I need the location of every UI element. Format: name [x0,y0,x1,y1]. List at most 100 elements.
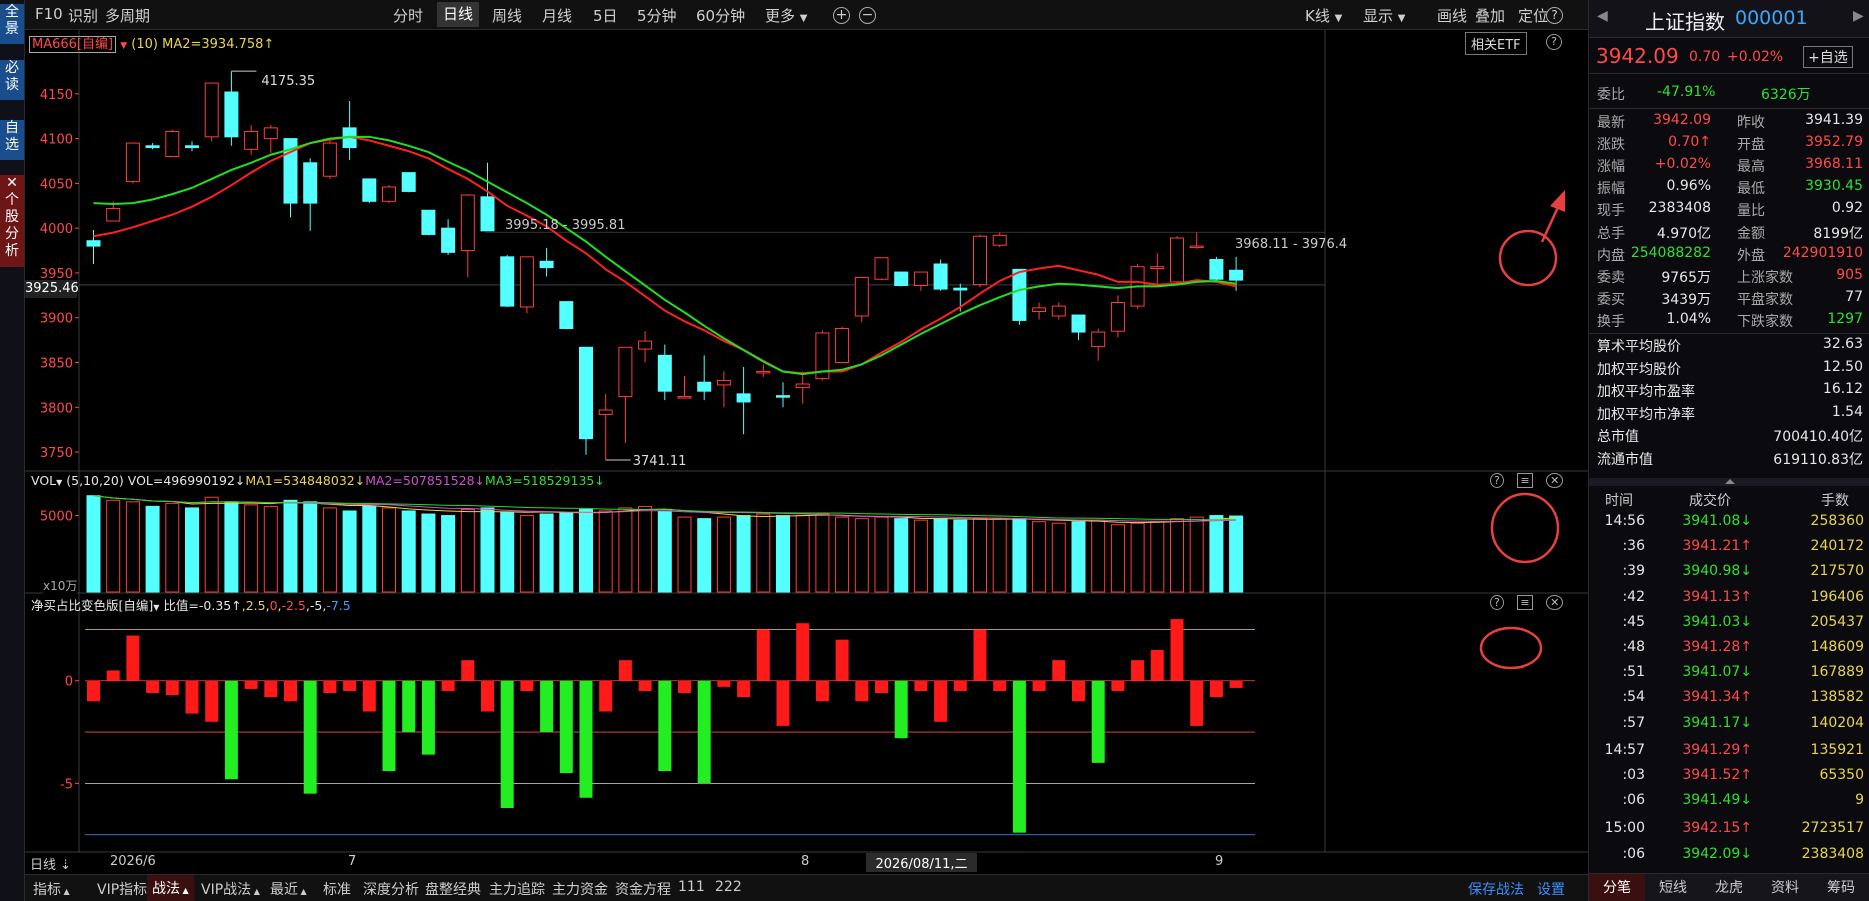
add-watchlist-button[interactable]: +自选 [1803,46,1853,68]
ma-indicator-dropdown[interactable]: MA666[自编] [29,36,117,53]
left-tab-zixuan[interactable]: 自 选 [0,120,24,160]
tab-longhu[interactable]: 龙虎 [1701,874,1757,901]
tick-volume: 138582 [1810,689,1864,706]
tick-time: :06 [1622,845,1645,862]
y-tick-label: 3750 [40,446,73,461]
arrow-down-icon: ⇣ [60,858,72,873]
ratio-bar [717,680,731,687]
collapse-handle[interactable] [1589,478,1869,486]
tick-row: :06 3942.09↓ 2383408 [1589,846,1869,868]
item-fund-equation[interactable]: 资金方程 [615,879,671,899]
volume-bar [263,505,278,593]
zoom-in-icon[interactable]: + [833,7,850,24]
ticks-header: 时间 成交价 手数 [1605,493,1849,509]
quote-row: 现手 2383408 量比 0.92 [1597,200,1863,222]
ratio-bar [185,680,199,714]
tab-short-term[interactable]: 短线 [1645,874,1701,901]
help-icon[interactable]: ? [1490,473,1504,488]
draw-line-button[interactable]: 画线 [1437,5,1467,26]
ma-red-line [93,135,1237,375]
help-icon[interactable]: ? [1546,34,1562,50]
volume-bar [579,508,593,593]
tab-chips[interactable]: 筹码 [1813,874,1869,901]
quote-value: +0.02% [1654,156,1711,173]
settings-icon[interactable]: ≡ [1517,595,1533,610]
display-dropdown[interactable]: 显示 ▼ [1363,5,1406,26]
volume-bar [1091,519,1106,593]
volume-bar [421,513,436,593]
next-arrow-icon[interactable]: ▶ [1853,8,1864,24]
help-icon[interactable]: ? [1490,595,1504,610]
period-tab-60min[interactable]: 60分钟 [696,5,745,26]
tick-row: :03 3941.52↑ 65350 [1589,767,1869,789]
zoom-out-icon[interactable]: − [859,7,876,24]
stat-label: 加权平均市盈率 [1597,384,1695,401]
item-main-tracking[interactable]: 主力追踪 [489,879,545,899]
left-tab-quanjing[interactable]: 全 景 [0,4,24,44]
ratio-indicator-dropdown[interactable]: 净买占比变色版[自编]▼ [31,598,159,613]
save-strategy-button[interactable]: 保存战法 [1468,879,1524,899]
close-icon[interactable]: ✕ [1546,595,1564,610]
candle-body [854,276,869,317]
ratio-bar [402,680,416,733]
period-tab-daily[interactable]: 日线 [437,2,480,27]
tick-row: 14:57 3941.29↑ 135921 [1589,742,1869,764]
tab-indicators[interactable]: 指标 ▲ [33,879,70,899]
settings-icon[interactable]: ≡ [1517,473,1533,488]
period-label[interactable]: 日线 ⇣ [30,854,71,873]
ratio-bar [835,639,849,681]
locate-button[interactable]: 定位 [1518,5,1548,26]
volume-bar [145,505,160,593]
close-icon[interactable]: ✕ [1546,473,1564,488]
stat-value: 32.63 [1822,336,1863,352]
f10-button[interactable]: F10 [35,5,63,23]
item-222[interactable]: 222 [715,879,742,895]
ratio-bar [303,680,317,794]
related-etf-button[interactable]: 相关ETF [1465,32,1527,55]
period-tab-monthly[interactable]: 月线 [542,5,572,26]
recognize-button[interactable]: 识别 [68,5,98,26]
date-axis: 日线 ⇣ 2026/6 7 8 9 2026/08/11,二 [25,853,1588,873]
item-main-funds[interactable]: 主力资金 [552,879,608,899]
period-tab-weekly[interactable]: 周线 [492,5,522,26]
quote-label: 总手 [1597,225,1625,242]
tab-recent[interactable]: 最近 ▲ [270,879,307,899]
left-tab-stock-analysis[interactable]: ✕ 个 股 分 析 [0,175,24,267]
tick-price: 3941.52↑ [1682,767,1752,783]
period-tab-fenshi[interactable]: 分时 [393,5,423,26]
quote-label: 上涨家数 [1737,269,1793,286]
candle-body [874,257,889,280]
kline-chart[interactable]: 4150410040504000395039003850380037504175… [25,30,1588,863]
ratio-bar [993,680,1007,691]
tab-vip-strategy[interactable]: VIP战法 ▲ [201,879,260,899]
quote-label: 昨收 [1737,115,1765,131]
item-deep-analysis[interactable]: 深度分析 [363,879,419,899]
period-tab-5min[interactable]: 5分钟 [637,5,677,26]
candle-body [933,263,948,290]
tick-volume: 240172 [1810,538,1864,555]
tab-fenbi[interactable]: 分笔 [1589,874,1645,901]
volume-bar [697,518,712,593]
candle-body [973,235,987,286]
candle-body [1209,259,1224,280]
left-tab-bidu[interactable]: 必 读 [0,60,24,100]
settings-button[interactable]: 设置 [1537,879,1565,899]
tab-profile[interactable]: 资料 [1757,874,1813,901]
prev-arrow-icon[interactable]: ◀ [1597,8,1608,24]
kline-dropdown[interactable]: K线 ▼ [1305,5,1342,26]
period-tab-5day[interactable]: 5日 [593,5,618,26]
multi-period-button[interactable]: 多周期 [105,5,150,26]
help-icon[interactable]: ? [1546,7,1563,24]
item-111[interactable]: 111 [678,879,705,895]
item-consolidation[interactable]: 盘整经典 [425,879,481,899]
vol-indicator-dropdown[interactable]: VOL▼ [31,473,62,488]
y-tick-label: 4050 [40,177,73,192]
quote-label: 换手 [1597,313,1625,330]
ratio-bar [756,629,770,681]
tab-strategy[interactable]: 战法 ▲ [147,875,194,901]
period-more-dropdown[interactable]: 更多 ▼ [765,5,808,26]
tick-volume: 9 [1855,792,1864,809]
overlay-button[interactable]: 叠加 [1475,5,1505,26]
volume-bar [106,499,121,593]
item-standard[interactable]: 标准 [323,879,351,899]
